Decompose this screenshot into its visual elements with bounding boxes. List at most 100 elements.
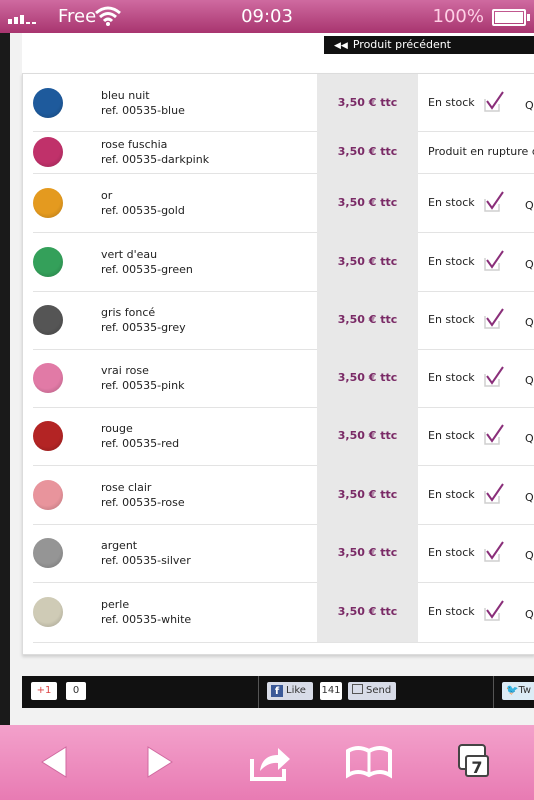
color-swatch <box>33 363 63 393</box>
battery-icon <box>492 9 530 26</box>
price-cell: 3,50 € ttc <box>317 232 418 291</box>
back-arrow-icon[interactable] <box>28 737 78 787</box>
stock-status: En stock <box>428 605 475 618</box>
product-price: 3,50 € ttc <box>337 371 398 384</box>
facebook-icon: f <box>271 685 283 697</box>
left-edge-bar <box>0 33 10 725</box>
product-name-block: bleu nuit ref. 00535-blue <box>101 88 185 118</box>
stock-status: En stock <box>428 487 475 501</box>
tweet-button[interactable]: 🐦Tw <box>502 682 534 700</box>
share-icon[interactable] <box>244 737 294 787</box>
price-cell: 3,50 € ttc <box>317 349 418 407</box>
select-checkbox-icon[interactable] <box>483 482 505 505</box>
product-color-name: argent <box>101 539 138 552</box>
social-bar: +1 0 f Like 141 Send 🐦Tw <box>22 676 534 708</box>
product-row: or ref. 00535-gold 3,50 € ttc En stock Q <box>33 173 534 233</box>
price-cell: 3,50 € ttc <box>317 131 418 173</box>
select-checkbox-icon[interactable] <box>483 249 505 272</box>
battery-percent: 100% <box>432 6 484 27</box>
previous-product-label: Produit précédent <box>352 38 451 51</box>
product-name-block: rose clair ref. 00535-rose <box>101 480 185 510</box>
product-name-block: vert d'eau ref. 00535-green <box>101 247 193 277</box>
previous-product-button[interactable]: ◀◀ Produit précédent <box>324 36 534 54</box>
select-checkbox-icon[interactable] <box>483 600 505 622</box>
product-color-name: rouge <box>101 422 133 435</box>
facebook-send-label: Send <box>366 685 392 696</box>
product-price: 3,50 € ttc <box>337 313 398 326</box>
select-checkbox-icon[interactable] <box>483 90 505 113</box>
product-reference: ref. 00535-darkpink <box>101 153 210 166</box>
status-bar: Free 09:03 100% <box>0 0 534 33</box>
send-icon <box>352 684 363 694</box>
stock-status: En stock <box>428 254 475 268</box>
facebook-like-button[interactable]: f Like <box>267 682 313 700</box>
product-price: 3,50 € ttc <box>337 254 398 268</box>
browser-toolbar <box>0 725 534 800</box>
product-row: vert d'eau ref. 00535-green 3,50 € ttc En s… <box>33 232 534 292</box>
stock-status: Produit en rupture d <box>428 145 534 158</box>
price-cell: 3,50 € ttc <box>317 582 418 642</box>
select-checkbox-icon[interactable] <box>483 424 505 446</box>
facebook-send-button[interactable]: Send <box>348 682 396 700</box>
product-price: 3,50 € ttc <box>337 605 398 618</box>
product-reference: ref. 00535-green <box>101 262 193 276</box>
tweet-label: Tw <box>518 685 532 696</box>
quantity-label: Q <box>525 608 534 621</box>
price-cell: 3,50 € ttc <box>317 524 418 582</box>
select-checkbox-icon[interactable] <box>483 541 505 563</box>
select-checkbox-icon[interactable] <box>483 366 505 388</box>
product-name-block: gris foncé ref. 00535-grey <box>101 305 186 335</box>
product-name-block: argent ref. 00535-silver <box>101 538 191 568</box>
color-swatch <box>33 87 63 118</box>
stock-status: En stock <box>428 429 475 442</box>
color-swatch <box>33 305 63 335</box>
price-cell: 3,50 € ttc <box>317 173 418 232</box>
product-name-block: perle ref. 00535-white <box>101 597 191 627</box>
bookmarks-icon[interactable] <box>344 737 394 787</box>
product-name-block: vrai rose ref. 00535-pink <box>101 363 184 393</box>
product-reference: ref. 00535-grey <box>101 321 186 334</box>
price-cell: 3,50 € ttc <box>317 74 418 131</box>
facebook-like-count: 141 <box>320 682 342 700</box>
web-page: ◀◀ Produit précédent bleu nuit ref. 00535-… <box>0 33 534 725</box>
quantity-label: Q <box>525 374 534 387</box>
stock-status: En stock <box>428 313 475 326</box>
quantity-label: Q <box>525 257 534 271</box>
color-swatch <box>33 421 63 451</box>
product-color-name: rose clair <box>101 480 152 494</box>
product-color-name: gris foncé <box>101 306 156 319</box>
product-reference: ref. 00535-white <box>101 613 192 626</box>
google-plus-count: 0 <box>66 682 86 700</box>
product-color-name: or <box>101 188 113 202</box>
product-color-name: vrai rose <box>101 364 149 377</box>
price-cell: 3,50 € ttc <box>317 465 418 524</box>
quantity-label: Q <box>525 432 534 445</box>
forward-arrow-icon[interactable] <box>136 737 186 787</box>
product-reference: ref. 00535-rose <box>101 495 185 509</box>
product-reference: ref. 00535-silver <box>101 554 191 567</box>
stock-status: En stock <box>428 546 475 559</box>
twitter-bird-icon: 🐦 <box>506 685 519 696</box>
product-name-block: rouge ref. 00535-red <box>101 421 179 451</box>
product-reference: ref. 00535-red <box>101 437 180 450</box>
product-row: rose fuschia ref. 00535-darkpink 3,50 € tt… <box>33 131 534 174</box>
product-row: rose clair ref. 00535-rose 3,50 € ttc En st… <box>33 465 534 525</box>
product-variants-table: bleu nuit ref. 00535-blue 3,50 € ttc En sto… <box>22 73 534 655</box>
tab-count-badge[interactable]: 7 <box>465 755 489 777</box>
product-price: 3,50 € ttc <box>337 487 398 501</box>
color-swatch <box>33 137 63 167</box>
product-reference: ref. 00535-blue <box>101 103 185 117</box>
color-swatch <box>33 597 63 627</box>
product-color-name: perle <box>101 598 130 611</box>
product-price: 3,50 € ttc <box>337 429 398 442</box>
product-color-name: rose fuschia <box>101 138 168 151</box>
product-name-block: rose fuschia ref. 00535-darkpink <box>101 137 209 167</box>
select-checkbox-icon[interactable] <box>483 190 505 213</box>
product-row: gris foncé ref. 00535-grey 3,50 € ttc En st… <box>33 291 534 350</box>
product-row: perle ref. 00535-white 3,50 € ttc En stock Q <box>33 582 534 643</box>
product-name-block: or ref. 00535-gold <box>101 188 185 218</box>
google-plus-button[interactable]: +1 <box>31 682 57 700</box>
google-plus-label: +1 <box>36 685 52 696</box>
select-checkbox-icon[interactable] <box>483 308 505 330</box>
color-swatch <box>33 538 63 568</box>
